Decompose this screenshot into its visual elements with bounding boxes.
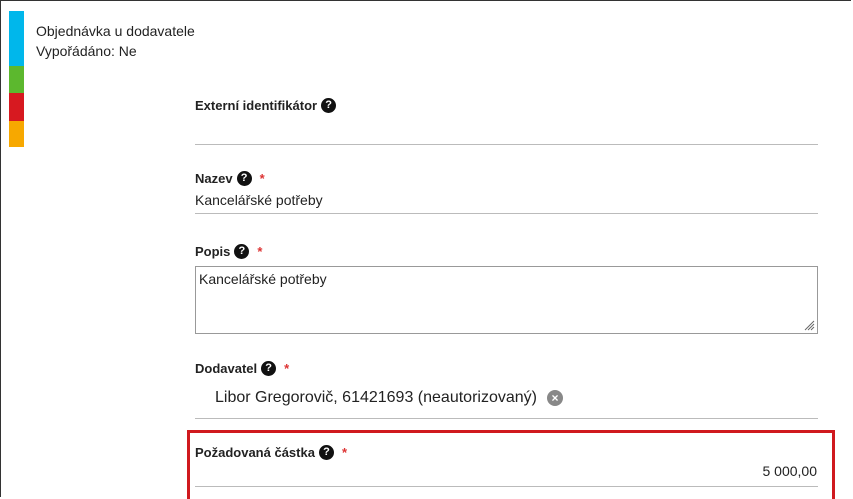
supplier-underline <box>195 418 818 419</box>
status-color-bar-4 <box>9 93 24 121</box>
help-icon[interactable]: ? <box>234 244 250 259</box>
help-icon[interactable]: ? <box>318 445 334 460</box>
highlight-box <box>187 430 835 499</box>
required-mark: * <box>341 445 348 460</box>
status-color-bar-5 <box>9 121 24 147</box>
name-underline <box>195 213 818 214</box>
description-label: Popis ? * <box>195 244 262 259</box>
help-icon[interactable]: ? <box>321 98 337 113</box>
description-text: Kancelářské potřeby <box>199 271 327 287</box>
external-id-label-text: Externí identifikátor <box>195 98 318 113</box>
supplier-label-text: Dodavatel <box>195 361 258 376</box>
supplier-label: Dodavatel ? * <box>195 361 289 376</box>
form-frame <box>0 0 851 497</box>
supplier-value-text: Libor Gregorovič, 61421693 (neautorizova… <box>215 389 537 406</box>
status-color-bar-3 <box>9 66 24 93</box>
external-id-label: Externí identifikátor ? <box>195 98 337 113</box>
status-color-bar-2 <box>9 38 24 66</box>
settlement-status: Vypořádáno: Ne <box>36 43 137 59</box>
required-mark: * <box>259 171 265 186</box>
required-mark: * <box>257 244 263 259</box>
order-title: Objednávka u dodavatele <box>36 23 195 39</box>
name-label: Nazev ? * <box>195 171 265 186</box>
external-id-underline <box>195 144 818 145</box>
clear-icon[interactable]: × <box>546 390 563 406</box>
required-mark: * <box>284 361 290 376</box>
help-icon[interactable]: ? <box>261 361 277 376</box>
amount-label: Požadovaná částka ? * <box>195 445 347 460</box>
help-icon[interactable]: ? <box>236 171 252 186</box>
description-label-text: Popis <box>195 244 231 259</box>
amount-input[interactable]: 5 000,00 <box>763 463 818 479</box>
amount-label-text: Požadovaná částka <box>195 445 315 460</box>
status-color-bar-1 <box>9 11 24 38</box>
resize-grip-icon[interactable] <box>803 319 815 331</box>
name-label-text: Nazev <box>195 171 233 186</box>
description-textarea[interactable]: Kancelářské potřeby <box>195 266 818 334</box>
name-input[interactable]: Kancelářské potřeby <box>195 192 323 208</box>
order-header: Objednávka u dodavatele Vypořádáno: Ne <box>36 21 195 61</box>
amount-underline <box>195 486 818 487</box>
supplier-select[interactable]: Libor Gregorovič, 61421693 (neautorizova… <box>215 389 563 407</box>
